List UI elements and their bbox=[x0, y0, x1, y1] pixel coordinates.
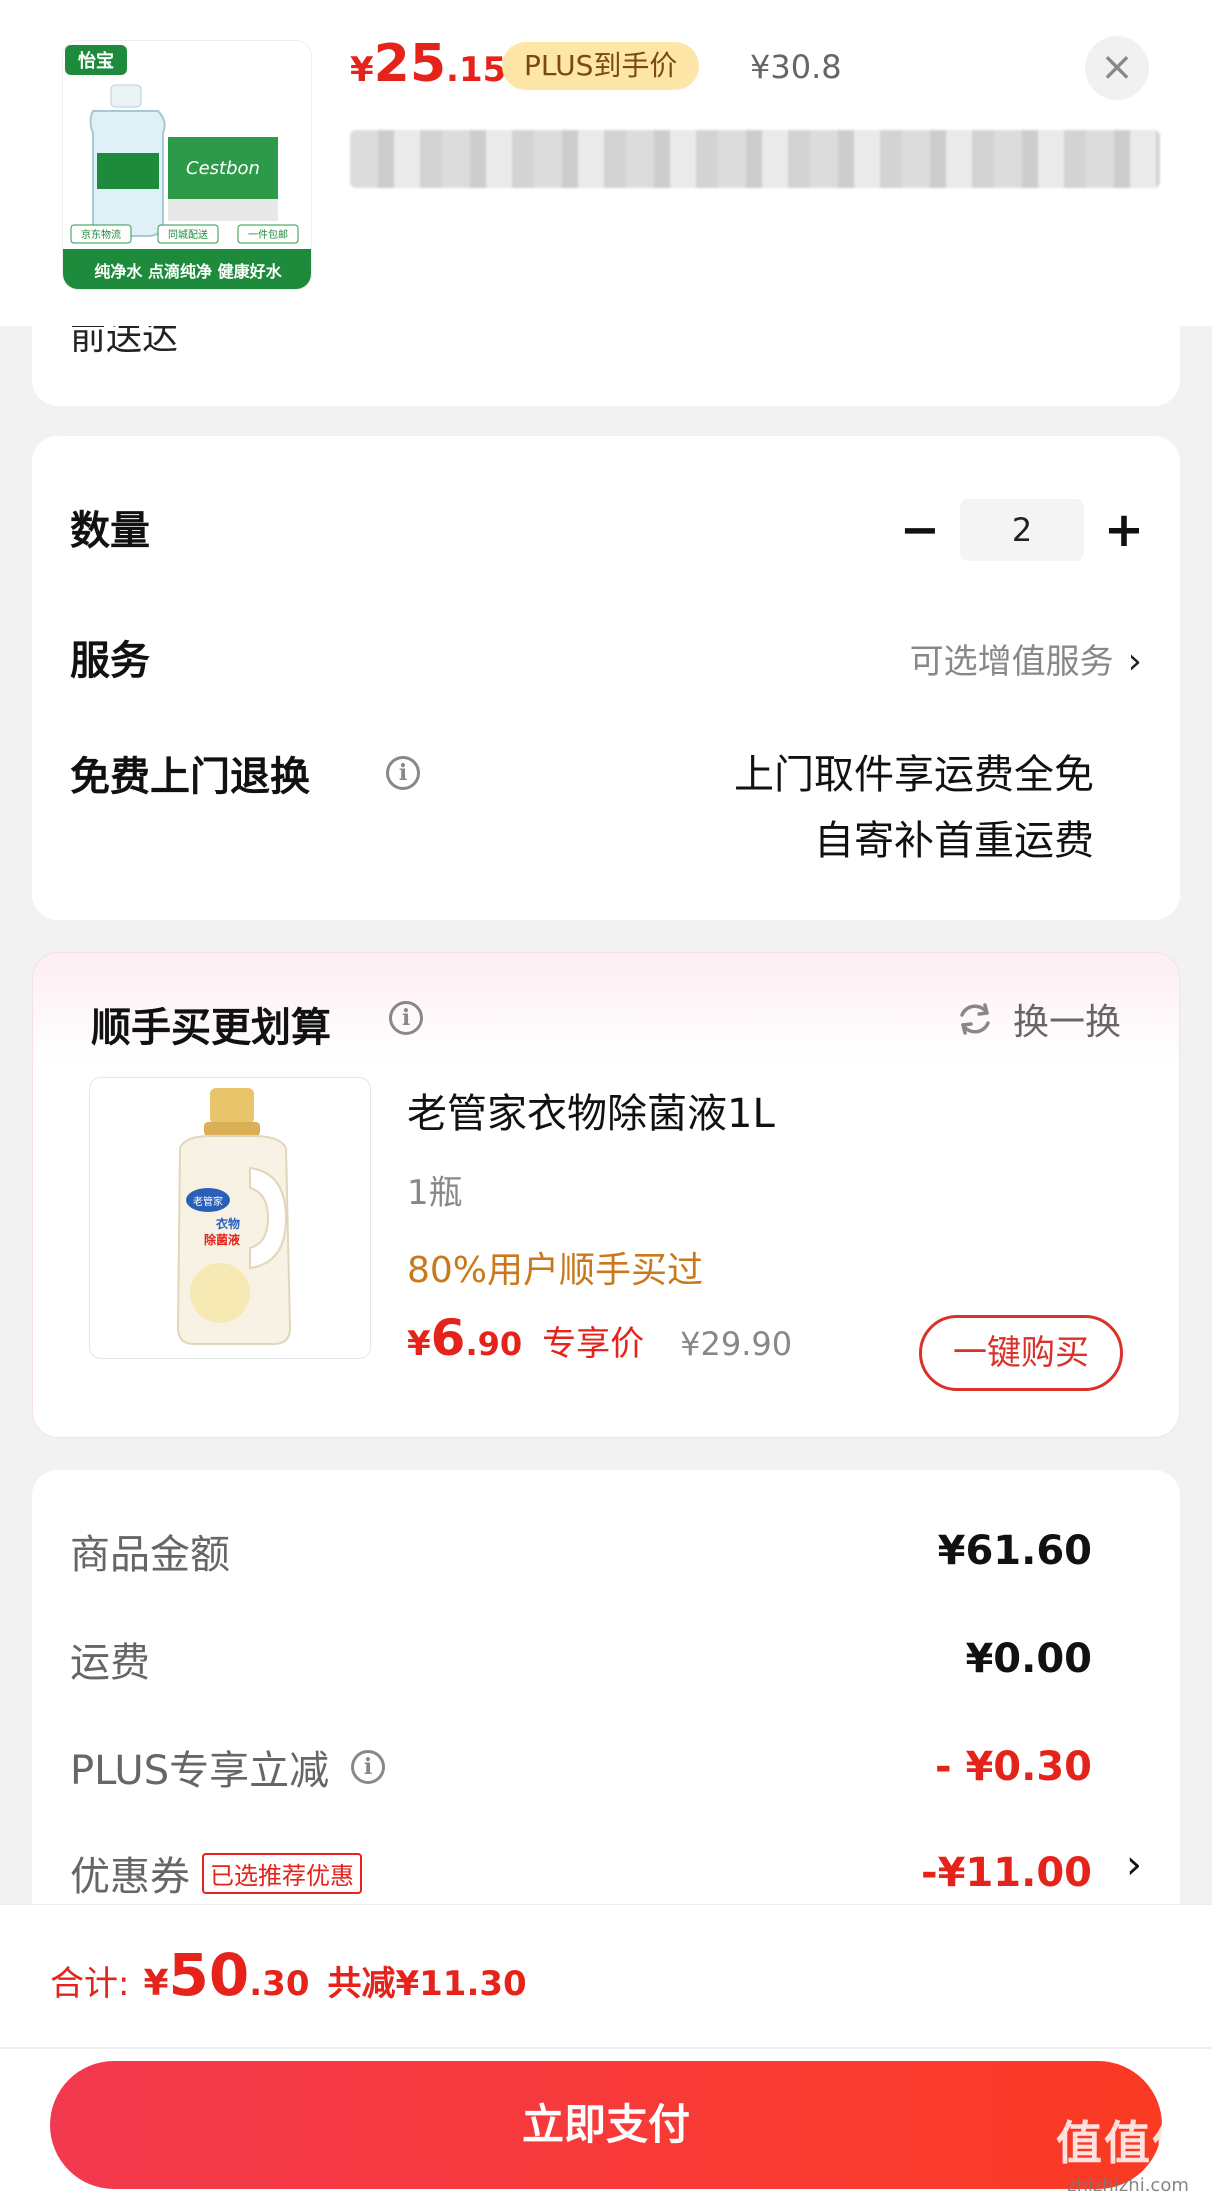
recommend-title: 顺手买更划算 bbox=[91, 1005, 331, 1051]
service-label: 服务 bbox=[70, 638, 150, 684]
watermark-text: 值值值 bbox=[1056, 2116, 1200, 2170]
price-yen: ¥ bbox=[350, 50, 374, 90]
quantity-minus-button[interactable]: − bbox=[892, 502, 948, 558]
watermark-url: zhizhizhi.com bbox=[1067, 2175, 1189, 2196]
bottle-brand-text: 老管家 bbox=[193, 1195, 223, 1208]
total-saved: 共减¥11.30 bbox=[327, 1964, 527, 2004]
original-price: ¥30.8 bbox=[750, 48, 842, 86]
free-return-line-2: 自寄补首重运费 bbox=[814, 818, 1094, 864]
brand-logo-text: 怡宝 bbox=[78, 50, 114, 72]
price-int: 25 bbox=[373, 34, 447, 94]
coupon-badge: 已选推荐优惠 bbox=[202, 1852, 362, 1894]
chevron-right-icon: › bbox=[1127, 641, 1142, 682]
info-icon[interactable]: i bbox=[351, 1750, 386, 1784]
watermark: 值值值 zhizhizhi.com bbox=[1056, 2107, 1200, 2196]
service-value: 可选增值服务 bbox=[909, 642, 1114, 682]
rec-original-price: ¥29.90 bbox=[680, 1325, 793, 1363]
summary-label: 运费 bbox=[70, 1640, 150, 1686]
recommend-product-name[interactable]: 老管家衣物除菌液1L bbox=[407, 1081, 775, 1139]
detergent-bottle-image: 老管家 衣物 除菌液 bbox=[176, 1088, 292, 1345]
total-yen: ¥ bbox=[143, 1963, 169, 2004]
bottle-label-text: 衣物 bbox=[216, 1216, 240, 1231]
tag-free-ship: 一件包邮 bbox=[248, 228, 288, 241]
quantity-value[interactable]: 2 bbox=[960, 499, 1084, 561]
info-icon[interactable]: i bbox=[386, 756, 420, 790]
bottle-label-text-2: 除菌液 bbox=[204, 1232, 240, 1247]
total-int: 50 bbox=[168, 1941, 250, 2009]
summary-row-goods: 商品金额 ¥61.60 bbox=[70, 1522, 1092, 1580]
summary-amount: - ¥0.30 bbox=[934, 1744, 1092, 1790]
rec-price-int: 6 bbox=[430, 1309, 466, 1367]
brand-en-text: Cestbon bbox=[186, 158, 260, 179]
tag-same-city: 同城配送 bbox=[168, 228, 208, 241]
summary-amount: ¥61.60 bbox=[937, 1528, 1092, 1574]
close-button[interactable]: × bbox=[1085, 36, 1149, 100]
order-summary-card: 商品金额 ¥61.60 运费 ¥0.00 PLUS专享立减 i - ¥0.30 … bbox=[32, 1470, 1180, 1930]
summary-row-plus-discount: PLUS专享立减 i - ¥0.30 bbox=[70, 1738, 1092, 1796]
swap-button[interactable]: 换一换 bbox=[955, 993, 1121, 1045]
summary-amount: -¥11.00 bbox=[921, 1850, 1092, 1896]
rec-price-tag: 专享价 bbox=[542, 1324, 645, 1364]
refresh-icon bbox=[960, 1003, 990, 1035]
summary-label-wrap: PLUS专享立减 i bbox=[70, 1738, 386, 1796]
free-return-details: 上门取件享运费全免 自寄补首重运费 bbox=[734, 742, 1094, 874]
pay-now-button[interactable]: 立即支付 bbox=[50, 2061, 1162, 2189]
options-card: 数量 − 2 + 服务 可选增值服务 › 免费上门退换 i 上门取件享运费全免 自… bbox=[32, 436, 1180, 920]
rec-price-yen: ¥ bbox=[407, 1324, 431, 1364]
quantity-label: 数量 bbox=[70, 508, 150, 554]
summary-label-wrap: 优惠券 已选推荐优惠 bbox=[70, 1844, 362, 1902]
checkout-bar: 合计: ¥ 50 .30 共减¥11.30 立即支付 值值值 zhizhizhi… bbox=[0, 1904, 1212, 2198]
recommend-price: ¥ 6 .90 专享价 ¥29.90 bbox=[407, 1309, 792, 1367]
plus-price-badge: PLUS到手价 bbox=[502, 42, 700, 90]
swap-label: 换一换 bbox=[1012, 1002, 1121, 1043]
water-bottle-image: 怡宝 Cestbon 京东物流 同城配送 一件包邮 纯净水 点滴纯净 健康好水 bbox=[63, 41, 311, 289]
product-header: 怡宝 Cestbon 京东物流 同城配送 一件包邮 纯净水 点滴纯净 健康好水 … bbox=[0, 0, 1212, 326]
summary-amount: ¥0.00 bbox=[965, 1636, 1092, 1682]
product-thumbnail[interactable]: 怡宝 Cestbon 京东物流 同城配送 一件包邮 纯净水 点滴纯净 健康好水 bbox=[62, 40, 312, 290]
summary-row-coupon[interactable]: 优惠券 已选推荐优惠 -¥11.00 bbox=[70, 1844, 1092, 1902]
total-price: 合计: ¥ 50 .30 共减¥11.30 bbox=[50, 1941, 527, 2009]
free-return-label: 免费上门退换 bbox=[70, 754, 310, 800]
rec-price-dec: .90 bbox=[465, 1325, 523, 1363]
total-label: 合计: bbox=[50, 1964, 130, 2004]
recommend-popularity: 80%用户顺手买过 bbox=[407, 1250, 704, 1291]
tag-jd-logistics: 京东物流 bbox=[81, 228, 121, 241]
summary-row-shipping: 运费 ¥0.00 bbox=[70, 1630, 1092, 1688]
summary-label: 商品金额 bbox=[70, 1532, 230, 1578]
service-selector[interactable]: 可选增值服务 › bbox=[910, 634, 1142, 683]
one-click-buy-button[interactable]: 一键购买 bbox=[919, 1315, 1123, 1391]
product-title-blurred bbox=[350, 130, 1160, 188]
recommend-product-spec: 1瓶 bbox=[407, 1173, 463, 1213]
quantity-stepper: − 2 + bbox=[892, 498, 1152, 562]
header-price: ¥ 25 .15 bbox=[350, 34, 506, 104]
divider bbox=[0, 2047, 1212, 2049]
slogan-text: 纯净水 点滴纯净 健康好水 bbox=[94, 262, 282, 281]
info-icon[interactable]: i bbox=[389, 1001, 423, 1035]
summary-label: PLUS专享立减 bbox=[70, 1748, 330, 1794]
price-dec: .15 bbox=[446, 50, 507, 90]
free-return-line-1: 上门取件享运费全免 bbox=[734, 752, 1094, 798]
recommend-product-image[interactable]: 老管家 衣物 除菌液 bbox=[89, 1077, 371, 1359]
recommend-card: 顺手买更划算 i 换一换 老管家 衣物 除菌液 老管家衣物除菌液1L 1瓶 80… bbox=[32, 952, 1180, 1438]
quantity-plus-button[interactable]: + bbox=[1096, 502, 1152, 558]
summary-label: 优惠券 bbox=[70, 1854, 190, 1900]
total-dec: .30 bbox=[249, 1964, 310, 2004]
chevron-right-icon[interactable]: › bbox=[1126, 1842, 1142, 1888]
